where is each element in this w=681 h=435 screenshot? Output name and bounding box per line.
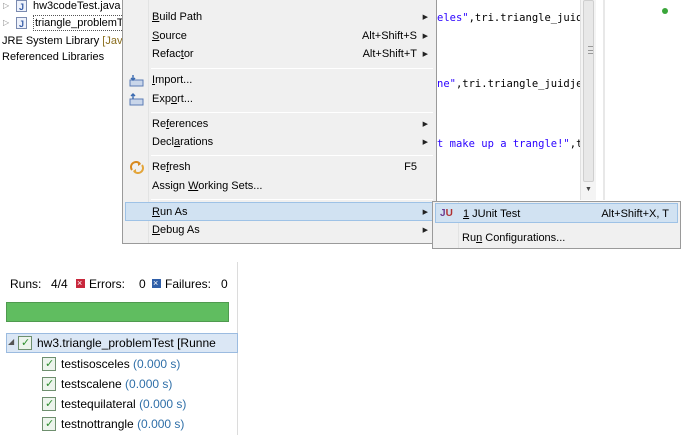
test-name: testscalene [61,377,122,391]
menu-item-references[interactable]: References ▶ [125,115,434,134]
editor-vertical-scrollbar[interactable]: ▼ [580,0,596,200]
submenu-arrow-icon: ▶ [422,14,428,21]
shortcut-label: Alt+Shift+X, T [601,208,669,220]
junit-progress-bar [6,302,229,322]
grip-icon [588,46,593,54]
import-icon [129,74,145,87]
java-file-icon [16,0,27,16]
code-line[interactable]: eles",tri.triangle_juidje [437,12,595,24]
code-text: ,tri.triangle_juidje [468,12,596,24]
test-suite-row[interactable]: ◢ hw3.triangle_problemTest [Runne [6,333,238,353]
refresh-icon [129,161,145,174]
code-string: eles" [437,12,469,24]
shortcut-label: Alt+Shift+S [361,30,417,42]
menu-item-export[interactable]: Export... [125,90,434,109]
expand-arrow-icon[interactable]: ▷ [3,14,9,32]
menu-separator [151,155,433,156]
test-time: (0.000 s) [133,357,181,371]
errors-label: Errors: [89,277,125,291]
menu-item-build-path[interactable]: Build Path ▶ [125,8,434,27]
progress-fill [7,303,228,321]
submenu-arrow-icon: ▶ [422,227,428,234]
collapse-arrow-icon[interactable]: ◢ [8,337,14,346]
menu-item-junit-test[interactable]: JU 1 JUnit Test Alt+Shift+X, T [435,203,678,223]
submenu-arrow-icon: ▶ [422,33,428,40]
menu-separator [151,112,433,113]
test-suite-passed-icon [18,333,32,353]
code-text: ,tri.triangle_juidje(2 [455,78,596,90]
submenu-arrow-icon: ▶ [422,139,428,146]
menu-item-debug-as[interactable]: Debug As ▶ [125,221,434,240]
failures-label: Failures: [165,277,212,291]
java-file-icon [16,15,27,33]
failure-icon [152,279,161,288]
tree-item-decoration: [Java [102,35,122,47]
menu-item-import[interactable]: Import... [125,71,434,90]
test-name: testnottrangle [61,417,134,431]
errors-value: 0 [139,277,146,291]
scroll-down-arrow-icon[interactable]: ▼ [585,186,592,193]
menu-separator [151,68,433,69]
menu-item-run-as[interactable]: Run As ▶ [125,202,434,221]
status-dot-icon [662,8,668,14]
test-time: (0.000 s) [137,417,185,431]
test-runner-label: [Runne [177,336,216,350]
submenu-arrow-icon: ▶ [422,51,428,58]
shortcut-label: F5 [404,161,417,173]
test-passed-icon [42,414,56,434]
tree-item-label: triangle_problemT [33,15,122,31]
context-menu: Build Path ▶ Source Alt+Shift+S ▶ Refact… [122,0,437,244]
tree-item-label: hw3codeTest.java [33,0,121,12]
runs-label: Runs: [10,277,42,291]
submenu-arrow-icon: ▶ [422,121,428,128]
test-passed-icon [42,394,56,414]
menu-separator [151,199,433,200]
export-icon [129,93,145,106]
menu-item-assign-working-sets[interactable]: Assign Working Sets... [125,177,434,196]
test-time: (0.000 s) [125,377,173,391]
shortcut-label: Alt+Shift+T [362,48,417,60]
code-line[interactable]: ne",tri.triangle_juidje(2 [437,78,595,90]
test-suite-name: hw3.triangle_problemTest [37,336,174,350]
run-as-submenu: JU 1 JUnit Test Alt+Shift+X, T Run Confi… [432,201,681,249]
expand-arrow-icon[interactable]: ▷ [3,0,9,15]
menu-item-run-configurations[interactable]: Run Configurations... [435,228,678,248]
tree-item-label: JRE System Library [2,35,100,47]
junit-icon: JU [440,208,453,219]
code-string: t make up a trangle!" [437,138,570,150]
menu-item-declarations[interactable]: Declarations ▶ [125,133,434,152]
menu-item-refactor[interactable]: Refactor Alt+Shift+T ▶ [125,45,434,64]
menu-item-refresh[interactable]: Refresh F5 [125,158,434,177]
error-icon [76,279,85,288]
test-name: testequilateral [61,397,136,411]
runs-value: 4/4 [51,277,68,291]
code-string: ne" [437,78,456,90]
scrollbar-thumb[interactable] [583,0,594,182]
overview-ruler [603,0,605,200]
tree-item-label: Referenced Libraries [2,51,105,63]
package-explorer-tree: ▷ hw3codeTest.java ▷ triangle_problemT J… [0,0,122,70]
submenu-arrow-icon: ▶ [422,209,428,216]
test-passed-icon [42,354,56,374]
failures-value: 0 [221,277,228,291]
test-time: (0.000 s) [139,397,187,411]
code-line[interactable]: t make up a trangle!",tri [437,138,595,150]
test-name: testisosceles [61,357,130,371]
menu-item-source[interactable]: Source Alt+Shift+S ▶ [125,27,434,46]
junit-view: Runs: 4/4 Errors: 0 Failures: 0 ◢ hw3.tr… [0,262,238,435]
test-passed-icon [42,374,56,394]
